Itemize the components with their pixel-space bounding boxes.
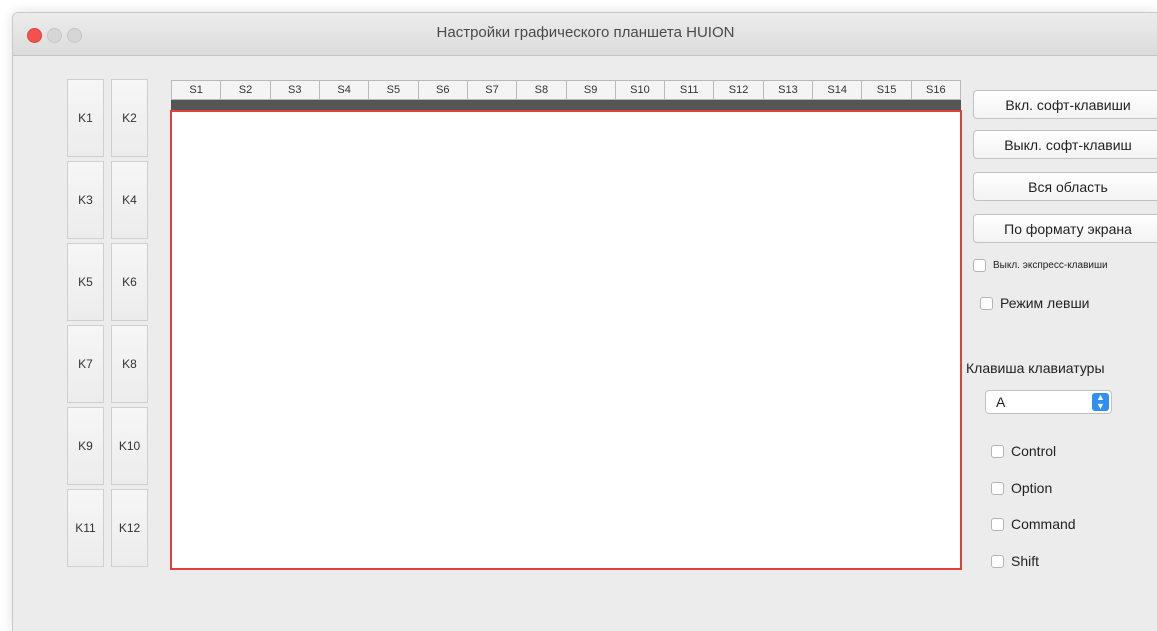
express-key-k12[interactable]: K12	[111, 489, 148, 567]
left-hand-mode-checkbox[interactable]: Режим левши	[980, 295, 1090, 311]
tablet-area-canvas[interactable]	[170, 110, 962, 570]
checkbox-box[interactable]	[991, 554, 1004, 568]
express-key-k8[interactable]: K8	[111, 325, 148, 403]
express-key-k7[interactable]: K7	[67, 325, 104, 403]
left-hand-mode-label: Режим левши	[1000, 295, 1090, 311]
checkbox-box[interactable]	[991, 517, 1004, 531]
keyboard-key-value: A	[996, 394, 1006, 410]
control-modifier-label: Control	[1011, 443, 1057, 459]
soft-key-tabs: S1 S2 S3 S4 S5 S6 S7 S8 S9 S10 S11 S12 S…	[171, 80, 961, 100]
express-key-k10[interactable]: K10	[111, 407, 148, 485]
soft-key-tab-s12[interactable]: S12	[714, 81, 764, 99]
soft-key-tab-s14[interactable]: S14	[813, 81, 863, 99]
soft-key-tab-s3[interactable]: S3	[271, 81, 320, 99]
checkbox-box[interactable]	[973, 259, 986, 272]
disable-soft-keys-button[interactable]: Выкл. софт-клавиш	[973, 130, 1157, 159]
full-area-button[interactable]: Вся область	[973, 172, 1157, 201]
enable-soft-keys-button[interactable]: Вкл. софт-клавиши	[973, 90, 1157, 119]
disable-express-keys-label: Выкл. экспресс-клавиши	[993, 260, 1108, 271]
keyboard-key-select[interactable]: A ▲ ▼	[985, 390, 1112, 414]
screen-format-button[interactable]: По формату экрана	[973, 214, 1157, 243]
soft-key-tab-s16[interactable]: S16	[912, 81, 960, 99]
keyboard-key-label: Клавиша клавиатуры	[966, 360, 1105, 376]
command-modifier-label: Command	[1011, 516, 1076, 532]
shift-modifier-checkbox[interactable]: Shift	[991, 553, 1039, 569]
soft-key-tab-s10[interactable]: S10	[616, 81, 666, 99]
soft-key-tab-s2[interactable]: S2	[221, 81, 271, 99]
express-key-k11[interactable]: K11	[67, 489, 104, 567]
soft-key-tab-s9[interactable]: S9	[567, 81, 616, 99]
soft-key-tab-s1[interactable]: S1	[172, 81, 222, 99]
soft-key-tab-s6[interactable]: S6	[419, 81, 468, 99]
select-arrows-icon: ▲ ▼	[1092, 393, 1109, 411]
title-bar: Настройки графического планшета HUION	[13, 13, 1157, 56]
express-key-k6[interactable]: K6	[111, 243, 148, 321]
express-key-k4[interactable]: K4	[111, 161, 148, 239]
express-key-k3[interactable]: K3	[67, 161, 104, 239]
disable-express-keys-checkbox[interactable]: Выкл. экспресс-клавиши	[973, 259, 1108, 272]
express-key-k9[interactable]: K9	[67, 407, 104, 485]
window-title: Настройки графического планшета HUION	[436, 24, 735, 41]
checkbox-box[interactable]	[991, 481, 1004, 495]
option-modifier-checkbox[interactable]: Option	[991, 480, 1052, 496]
command-modifier-checkbox[interactable]: Command	[991, 516, 1076, 532]
checkbox-box[interactable]	[980, 296, 993, 310]
control-modifier-checkbox[interactable]: Control	[991, 443, 1056, 459]
checkbox-box[interactable]	[991, 444, 1004, 458]
soft-key-tab-s15[interactable]: S15	[862, 81, 912, 99]
shift-modifier-label: Shift	[1011, 553, 1040, 569]
soft-key-tab-s11[interactable]: S11	[665, 81, 715, 99]
express-key-k5[interactable]: K5	[67, 243, 104, 321]
soft-key-tab-s8[interactable]: S8	[517, 81, 567, 99]
option-modifier-label: Option	[1011, 480, 1053, 496]
soft-key-tab-s4[interactable]: S4	[320, 81, 370, 99]
soft-key-tab-s13[interactable]: S13	[764, 81, 814, 99]
soft-key-tab-s5[interactable]: S5	[369, 81, 419, 99]
express-key-k1[interactable]: K1	[67, 79, 104, 157]
soft-key-bar	[171, 100, 961, 110]
app-window: Настройки графического планшета HUION K1…	[12, 12, 1157, 631]
soft-key-tab-s7[interactable]: S7	[468, 81, 518, 99]
express-key-k2[interactable]: K2	[111, 79, 148, 157]
